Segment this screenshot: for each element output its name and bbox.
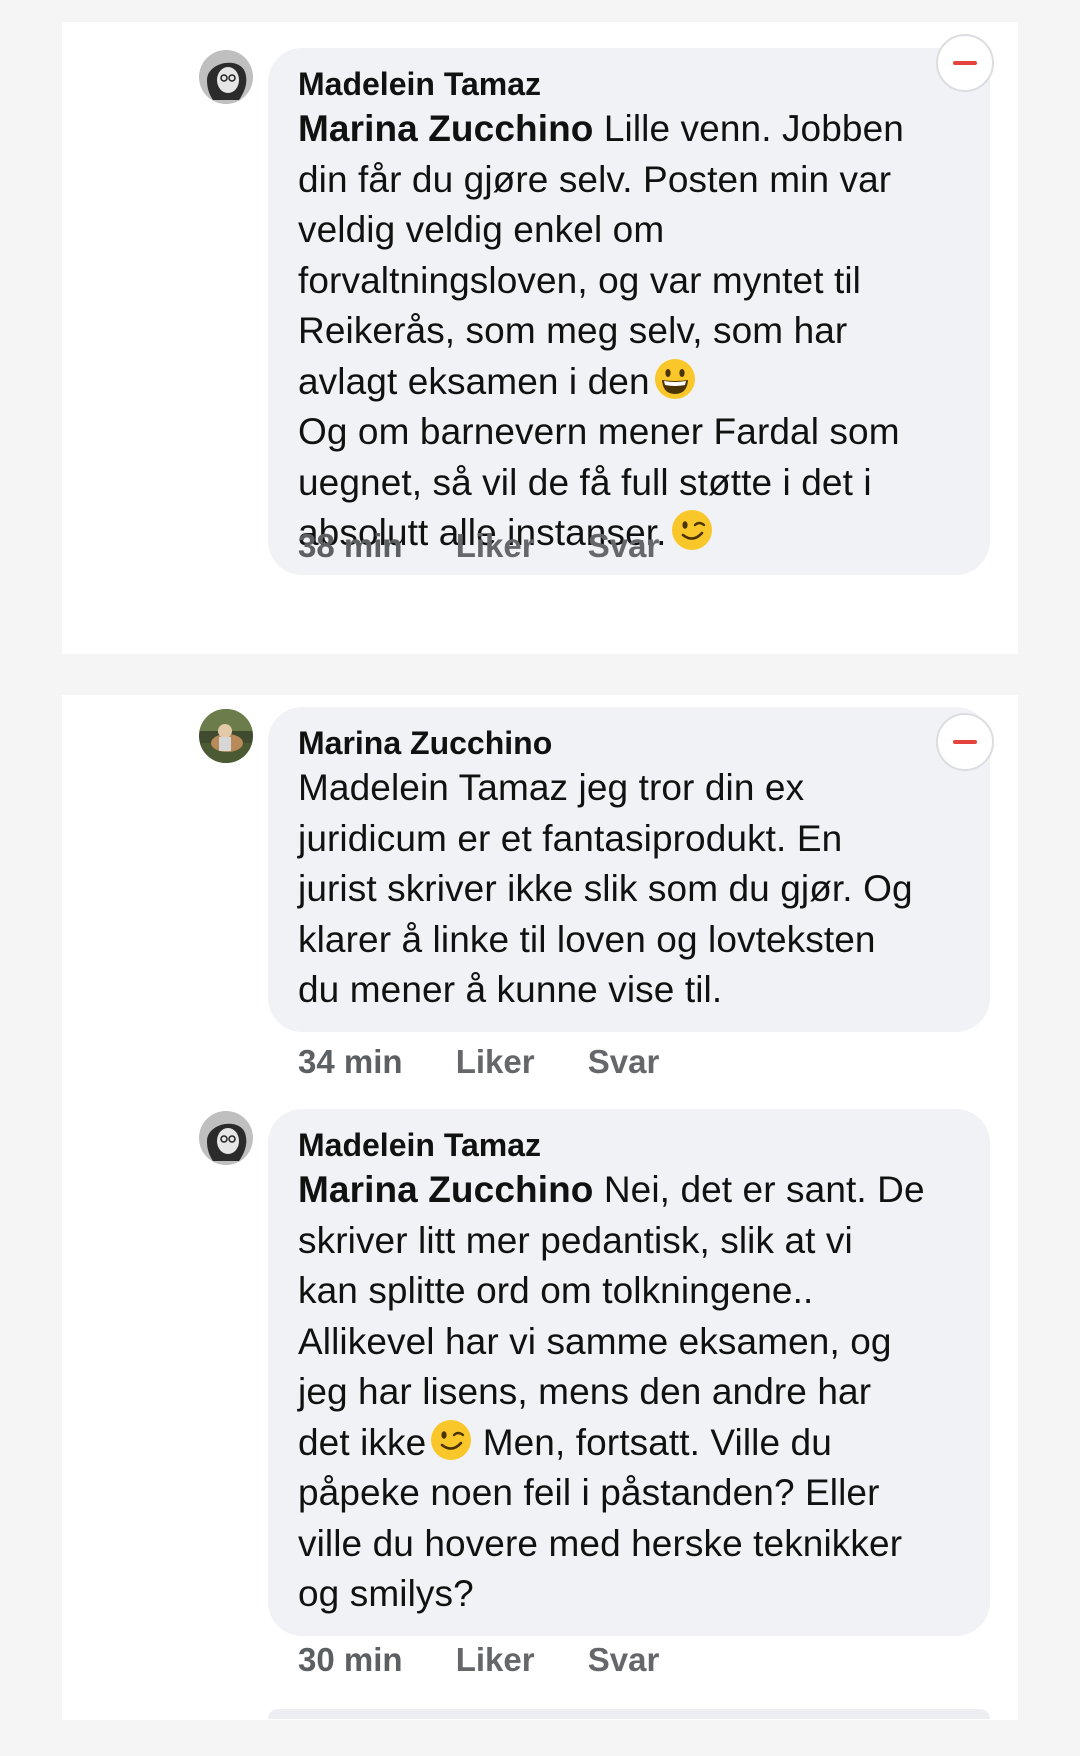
comment-timestamp[interactable]: 34 min <box>298 1043 403 1081</box>
collapse-button[interactable] <box>936 34 994 92</box>
comment-actions: 38 min Liker Svar <box>298 527 659 565</box>
collapse-button[interactable] <box>936 713 994 771</box>
like-button[interactable]: Liker <box>456 527 535 565</box>
reply-button[interactable]: Svar <box>588 527 660 565</box>
comment-thread-card: Madelein Tamaz Marina Zucchino Lille ven… <box>62 22 1018 654</box>
mention-link[interactable]: Marina Zucchino <box>298 1169 593 1210</box>
next-comment-edge <box>268 1709 990 1719</box>
avatar[interactable] <box>199 709 253 763</box>
comment-bubble: Marina Zucchino Madelein Tamaz jeg tror … <box>268 707 990 1032</box>
comment-bubble: Madelein Tamaz Marina Zucchino Lille ven… <box>268 48 990 575</box>
grinning-face-icon <box>654 358 696 400</box>
comment-author[interactable]: Marina Zucchino <box>298 723 966 763</box>
avatar[interactable] <box>199 1111 253 1165</box>
minus-icon <box>953 61 977 65</box>
avatar[interactable] <box>199 50 253 104</box>
like-button[interactable]: Liker <box>456 1043 535 1081</box>
mention-link[interactable]: Marina Zucchino <box>298 108 593 149</box>
comment-actions: 34 min Liker Svar <box>298 1043 659 1081</box>
like-button[interactable]: Liker <box>456 1641 535 1679</box>
comment-text: Marina Zucchino Nei, det er sant. De skr… <box>298 1169 925 1614</box>
comment-author[interactable]: Madelein Tamaz <box>298 1125 966 1165</box>
comment-thread-card: Marina Zucchino Madelein Tamaz jeg tror … <box>62 695 1018 1720</box>
comment-actions: 30 min Liker Svar <box>298 1641 659 1679</box>
comment-text: Madelein Tamaz jeg tror din ex juridicum… <box>298 767 913 1010</box>
winking-face-icon <box>430 1419 472 1461</box>
reply-button[interactable]: Svar <box>588 1043 660 1081</box>
comment-text: Marina Zucchino Lille venn. Jobben din f… <box>298 108 904 553</box>
comment-timestamp[interactable]: 30 min <box>298 1641 403 1679</box>
reply-button[interactable]: Svar <box>588 1641 660 1679</box>
comment-timestamp[interactable]: 38 min <box>298 527 403 565</box>
comment-author[interactable]: Madelein Tamaz <box>298 64 966 104</box>
comment-bubble: Madelein Tamaz Marina Zucchino Nei, det … <box>268 1109 990 1636</box>
minus-icon <box>953 740 977 744</box>
winking-face-icon <box>671 509 713 551</box>
